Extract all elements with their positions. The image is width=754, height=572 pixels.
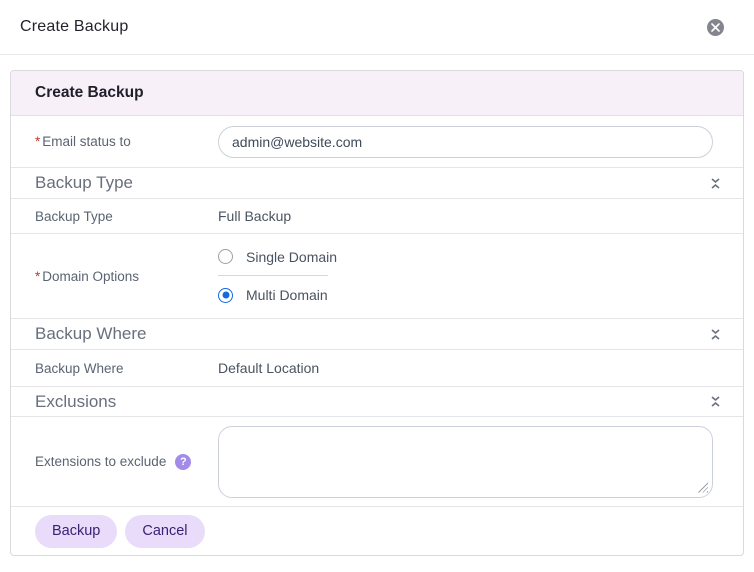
backup-type-section-header: Backup Type: [11, 168, 743, 199]
dialog-titlebar: Create Backup: [0, 0, 754, 55]
exclusions-section-header: Exclusions: [11, 387, 743, 417]
single-domain-radio[interactable]: [218, 249, 233, 264]
collapse-icon[interactable]: [710, 328, 721, 341]
backup-type-label: Backup Type: [35, 208, 113, 224]
backup-type-section-title: Backup Type: [35, 173, 133, 192]
extensions-exclude-label: Extensions to exclude ?: [35, 453, 218, 470]
cancel-button[interactable]: Cancel: [125, 514, 205, 548]
backup-button[interactable]: Backup: [35, 514, 118, 548]
required-asterisk: *: [35, 268, 41, 284]
email-status-label: * Email status to: [35, 134, 131, 149]
collapse-icon[interactable]: [710, 177, 721, 190]
domain-options-label: * Domain Options: [35, 268, 140, 284]
backup-type-value: Full Backup: [218, 208, 292, 224]
backup-type-row: Backup Type Full Backup: [11, 199, 743, 234]
single-domain-option[interactable]: Single Domain: [218, 244, 337, 276]
exclusions-textarea[interactable]: [218, 425, 713, 498]
exclusions-row: Extensions to exclude ?: [11, 417, 743, 507]
backup-where-label: Backup Where: [35, 360, 124, 376]
panel-header: Create Backup: [11, 71, 743, 116]
single-domain-label: Single Domain: [246, 248, 338, 265]
backup-where-value: Default Location: [218, 360, 320, 376]
email-status-row: * Email status to: [11, 116, 743, 168]
panel-title: Create Backup: [35, 84, 144, 101]
multi-domain-radio[interactable]: [218, 287, 233, 303]
multi-domain-option[interactable]: Multi Domain: [218, 276, 328, 308]
x-glyph: [711, 22, 720, 32]
required-asterisk: *: [35, 134, 41, 149]
multi-domain-label: Multi Domain: [246, 287, 328, 303]
backup-where-row: Backup Where Default Location: [11, 350, 743, 387]
close-icon[interactable]: [707, 18, 724, 36]
email-status-input[interactable]: [218, 125, 713, 158]
collapse-icon[interactable]: [710, 395, 721, 408]
help-icon[interactable]: ?: [175, 453, 192, 470]
backup-where-section-title: Backup Where: [35, 324, 147, 343]
panel-footer: Backup Cancel: [11, 507, 743, 555]
dialog-title: Create Backup: [20, 18, 129, 35]
exclusions-textarea-wrap: [218, 425, 713, 498]
backup-where-section-header: Backup Where: [11, 319, 743, 350]
domain-options-group: Single Domain Multi Domain: [218, 244, 337, 308]
domain-options-row: * Domain Options Single Domain Multi Doma…: [11, 234, 743, 319]
create-backup-panel: Create Backup *Email status to Backup Ty…: [10, 70, 744, 556]
exclusions-section-title: Exclusions: [35, 391, 117, 411]
